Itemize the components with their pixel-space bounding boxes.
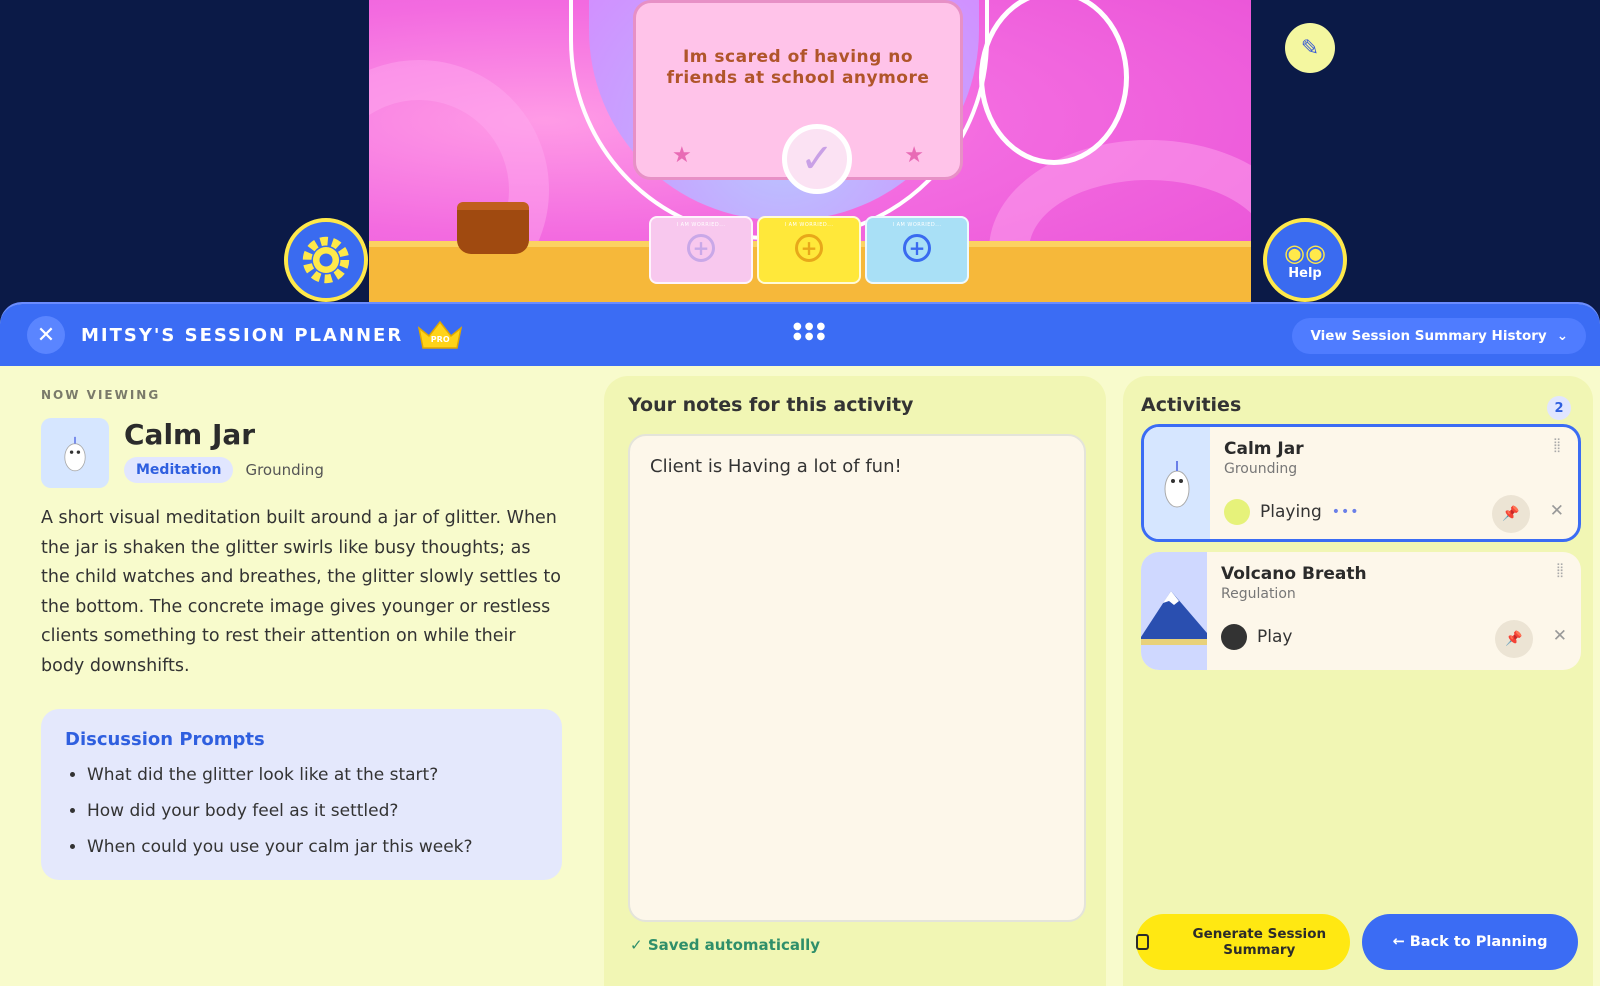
pin-icon: 📌 bbox=[1502, 506, 1520, 522]
jar-handle-ring bbox=[979, 0, 1129, 165]
worry-slot-label: I AM WORRIED... bbox=[784, 222, 834, 228]
volcano-breath-thumbnail bbox=[1141, 552, 1207, 670]
prompt-item: What did the glitter look like at the st… bbox=[87, 764, 538, 786]
plus-icon: + bbox=[795, 234, 823, 262]
activities-title: Activities bbox=[1141, 394, 1242, 416]
settings-button[interactable] bbox=[284, 218, 368, 302]
worry-slot-card[interactable]: I AM WORRIED... + bbox=[649, 216, 753, 284]
planner-header: ✕ MITSY'S SESSION PLANNER PRO ●●● ●●● Vie… bbox=[0, 304, 1600, 366]
close-button[interactable]: ✕ bbox=[27, 316, 65, 354]
activity-card-status[interactable]: Playing ••• bbox=[1224, 499, 1360, 525]
star-icon: ★ bbox=[904, 143, 924, 168]
help-label: Help bbox=[1288, 265, 1322, 281]
mountain-icon bbox=[1141, 591, 1207, 645]
clipboard-icon bbox=[1136, 934, 1149, 950]
mascot-icon bbox=[1164, 461, 1190, 508]
check-icon: ✓ bbox=[630, 936, 643, 954]
now-viewing-label: NOW VIEWING bbox=[41, 388, 161, 402]
help-button[interactable]: ◉◉ Help bbox=[1263, 218, 1347, 302]
activity-card-title: Volcano Breath bbox=[1221, 564, 1367, 584]
activity-title: Calm Jar bbox=[124, 418, 256, 451]
pencil-icon: ✎ bbox=[1300, 35, 1320, 61]
plus-icon: + bbox=[687, 234, 715, 262]
close-icon: ✕ bbox=[1552, 626, 1567, 646]
generate-summary-label: Generate Session Summary bbox=[1192, 926, 1327, 958]
remove-button[interactable]: ✕ bbox=[1550, 501, 1564, 521]
game-area: Im scared of having no friends at school… bbox=[0, 0, 1600, 302]
saved-status: ✓ Saved automatically bbox=[630, 936, 820, 954]
worry-card-text: Im scared of having no friends at school… bbox=[666, 47, 930, 88]
activity-description: A short visual meditation built around a… bbox=[41, 508, 561, 676]
drag-handle-icon[interactable]: ●●● ●●● bbox=[793, 322, 828, 342]
discussion-prompts-title: Discussion Prompts bbox=[65, 729, 265, 750]
jar-lid[interactable] bbox=[457, 202, 529, 254]
pro-badge: PRO bbox=[417, 320, 463, 350]
calm-jar-thumbnail bbox=[1144, 427, 1210, 539]
activities-panel: Activities 2 Calm Jar Grounding Playing … bbox=[1123, 376, 1593, 986]
prompts-list: What did the glitter look like at the st… bbox=[65, 764, 538, 858]
activity-header: Calm Jar Meditation Grounding bbox=[41, 418, 561, 488]
remove-button[interactable]: ✕ bbox=[1553, 626, 1567, 646]
chevron-down-icon: ⌄ bbox=[1556, 328, 1568, 344]
prompt-item: How did your body feel as it settled? bbox=[87, 800, 538, 822]
back-to-planning-label: ← Back to Planning bbox=[1392, 934, 1548, 950]
activity-card-category: Regulation bbox=[1221, 586, 1296, 602]
status-label: Play bbox=[1257, 627, 1293, 647]
edit-button[interactable]: ✎ bbox=[1285, 23, 1335, 73]
tag-meditation: Meditation bbox=[124, 457, 234, 483]
pin-button[interactable]: 📌 bbox=[1492, 495, 1530, 533]
discussion-prompts: Discussion Prompts What did the glitter … bbox=[41, 709, 562, 880]
checkmark-icon[interactable]: ✓ bbox=[782, 124, 852, 194]
pro-badge-label: PRO bbox=[430, 335, 450, 344]
activity-card-status[interactable]: Play bbox=[1221, 624, 1292, 650]
session-planner-panel: ✕ MITSY'S SESSION PLANNER PRO ●●● ●●● Vie… bbox=[0, 302, 1600, 986]
close-icon: ✕ bbox=[1549, 501, 1564, 521]
star-icon: ★ bbox=[672, 143, 692, 168]
back-to-planning-button[interactable]: ← Back to Planning bbox=[1362, 914, 1578, 970]
activity-card-volcano-breath[interactable]: Volcano Breath Regulation Play ⠿ ⠿ 📌 ✕ bbox=[1141, 552, 1581, 670]
activity-card-body: Calm Jar Grounding Playing ••• ⠿ ⠿ 📌 ✕ bbox=[1210, 427, 1578, 539]
prompt-item: When could you use your calm jar this we… bbox=[87, 836, 538, 858]
notes-title: Your notes for this activity bbox=[628, 394, 914, 416]
pin-icon: 📌 bbox=[1505, 631, 1523, 647]
drag-grip-icon[interactable]: ⠿ ⠿ bbox=[1556, 563, 1565, 580]
pin-button[interactable]: 📌 bbox=[1495, 620, 1533, 658]
worry-slot-card[interactable]: I AM WORRIED... + bbox=[865, 216, 969, 284]
activities-count-badge: 2 bbox=[1547, 396, 1571, 420]
game-stage[interactable]: Im scared of having no friends at school… bbox=[369, 0, 1251, 302]
playing-icon bbox=[1224, 499, 1250, 525]
close-icon: ✕ bbox=[36, 322, 56, 348]
drag-grip-icon[interactable]: ⠿ ⠿ bbox=[1553, 438, 1562, 455]
worry-slot-card[interactable]: I AM WORRIED... + bbox=[757, 216, 861, 284]
tag-grounding: Grounding bbox=[245, 461, 324, 479]
activity-card-body: Volcano Breath Regulation Play ⠿ ⠿ 📌 ✕ bbox=[1207, 552, 1581, 670]
activity-meta: Calm Jar Meditation Grounding bbox=[124, 418, 324, 488]
loading-dots-icon: ••• bbox=[1331, 504, 1360, 520]
activity-details: NOW VIEWING Calm Jar Meditation Groundin… bbox=[41, 388, 562, 880]
view-history-button[interactable]: View Session Summary History ⌄ bbox=[1292, 318, 1586, 354]
status-label: Playing bbox=[1260, 502, 1322, 522]
activity-card-title: Calm Jar bbox=[1224, 439, 1304, 459]
mascot-eyes-icon: ◉◉ bbox=[1284, 238, 1326, 267]
activity-tags: Meditation Grounding bbox=[124, 457, 324, 483]
notes-panel: Your notes for this activity Client is H… bbox=[604, 376, 1106, 986]
view-history-label: View Session Summary History bbox=[1310, 328, 1547, 344]
generate-summary-button[interactable]: Generate Session Summary bbox=[1136, 914, 1350, 970]
mascot-icon bbox=[64, 436, 86, 472]
worry-slot-label: I AM WORRIED... bbox=[676, 222, 726, 228]
activity-card-calm-jar[interactable]: Calm Jar Grounding Playing ••• ⠿ ⠿ 📌 ✕ bbox=[1141, 424, 1581, 542]
activity-card-category: Grounding bbox=[1224, 461, 1298, 477]
planner-title: MITSY'S SESSION PLANNER bbox=[81, 324, 404, 346]
notes-textarea[interactable]: Client is Having a lot of fun! bbox=[628, 434, 1086, 922]
plus-icon: + bbox=[903, 234, 931, 262]
saved-label: Saved automatically bbox=[647, 936, 821, 954]
worry-slot-label: I AM WORRIED... bbox=[892, 222, 942, 228]
play-icon bbox=[1221, 624, 1247, 650]
calm-jar-thumbnail bbox=[41, 418, 109, 488]
gear-icon bbox=[302, 236, 350, 284]
